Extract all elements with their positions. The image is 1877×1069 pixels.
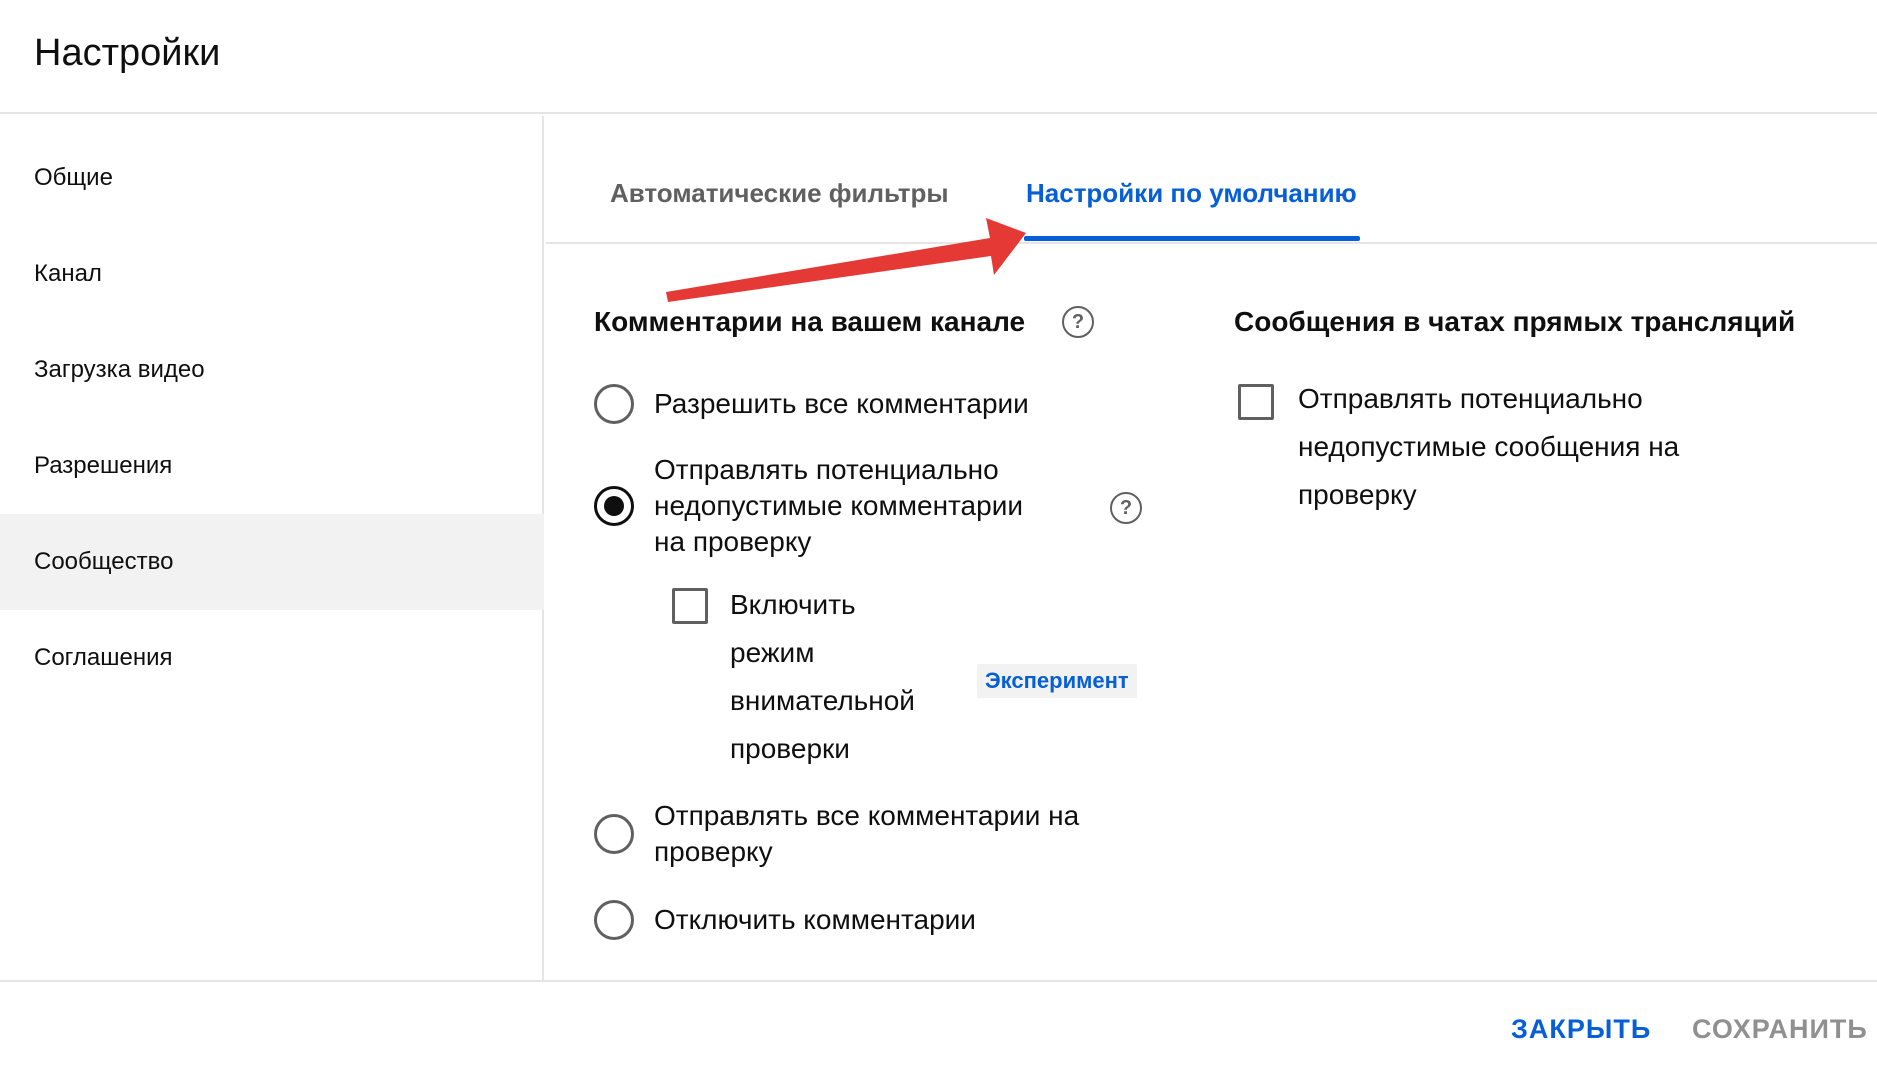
live-chat-section-title: Сообщения в чатах прямых трансляций [1234,306,1796,337]
page-title: Настройки [34,32,221,74]
save-button[interactable]: СОХРАНИТЬ [1692,1014,1868,1045]
main-content: Автоматические фильтры Настройки по умол… [546,116,1877,980]
option-label-allow-all: Разрешить все комментарии [654,388,1029,419]
label-line: проверку [654,836,773,867]
checkbox-strict-mode[interactable] [672,588,708,624]
checkbox-hold-chat-messages[interactable] [1238,384,1274,420]
tab-automatic-filters[interactable]: Автоматические фильтры [610,178,949,209]
active-tab-indicator [1024,236,1360,241]
label-line: Отправлять потенциально [654,454,999,485]
label-line: Отправлять потенциально [1298,383,1643,414]
experiment-badge: Эксперимент [977,664,1137,698]
comments-section-title: Комментарии на вашем канале [594,306,1026,337]
sidebar-item-community[interactable]: Сообщество [0,514,544,610]
label-line: проверки [730,733,850,764]
radio-allow-all[interactable] [594,384,634,424]
label-line: Отправлять все комментарии на [654,800,1080,831]
dialog-footer: ЗАКРЫТЬ СОХРАНИТЬ [0,980,1877,1069]
tab-defaults[interactable]: Настройки по умолчанию [1026,178,1357,209]
label-line: внимательной [730,685,915,716]
sidebar-item-upload-defaults[interactable]: Загрузка видео [0,322,544,418]
sidebar-item-general[interactable]: Общие [0,130,544,226]
question-circle-icon[interactable]: ? [1110,492,1142,524]
checkbox-label-hold-chat-messages: Отправлять потенциально недопустимые соо… [1298,375,1679,519]
checkbox-label-strict-mode: Включить режим внимательной проверки [730,581,915,773]
sidebar-item-permissions[interactable]: Разрешения [0,418,544,514]
label-line: недопустимые сообщения на [1298,431,1680,462]
radio-hold-inappropriate[interactable] [594,486,634,526]
radio-hold-all[interactable] [594,814,634,854]
label-line: недопустимые комментарии [654,490,1023,521]
tab-bar: Автоматические фильтры Настройки по умол… [546,116,1877,244]
label-line: Включить [730,589,856,620]
radio-disable-comments[interactable] [594,900,634,940]
dialog-header: Настройки [0,0,1877,114]
option-label-hold-inappropriate: Отправлять потенциально недопустимые ком… [654,452,1023,560]
sidebar-item-label: Загрузка видео [34,356,205,383]
label-line: на проверку [654,526,812,557]
close-button[interactable]: ЗАКРЫТЬ [1511,1014,1651,1045]
sidebar-item-label: Соглашения [34,644,173,671]
sidebar-item-agreements[interactable]: Соглашения [0,610,544,706]
sidebar-item-label: Разрешения [34,452,173,479]
label-line: проверку [1298,479,1417,510]
sidebar-item-channel[interactable]: Канал [0,226,544,322]
option-label-disable-comments: Отключить комментарии [654,904,976,935]
option-label-hold-all: Отправлять все комментарии на проверку [654,798,1079,870]
sidebar-item-label: Общие [34,164,113,191]
sidebar-item-label: Сообщество [34,548,174,575]
sidebar: Общие Канал Загрузка видео Разрешения Со… [0,116,544,980]
label-line: режим [730,637,815,668]
sidebar-item-label: Канал [34,260,102,287]
question-circle-icon[interactable]: ? [1062,306,1094,338]
